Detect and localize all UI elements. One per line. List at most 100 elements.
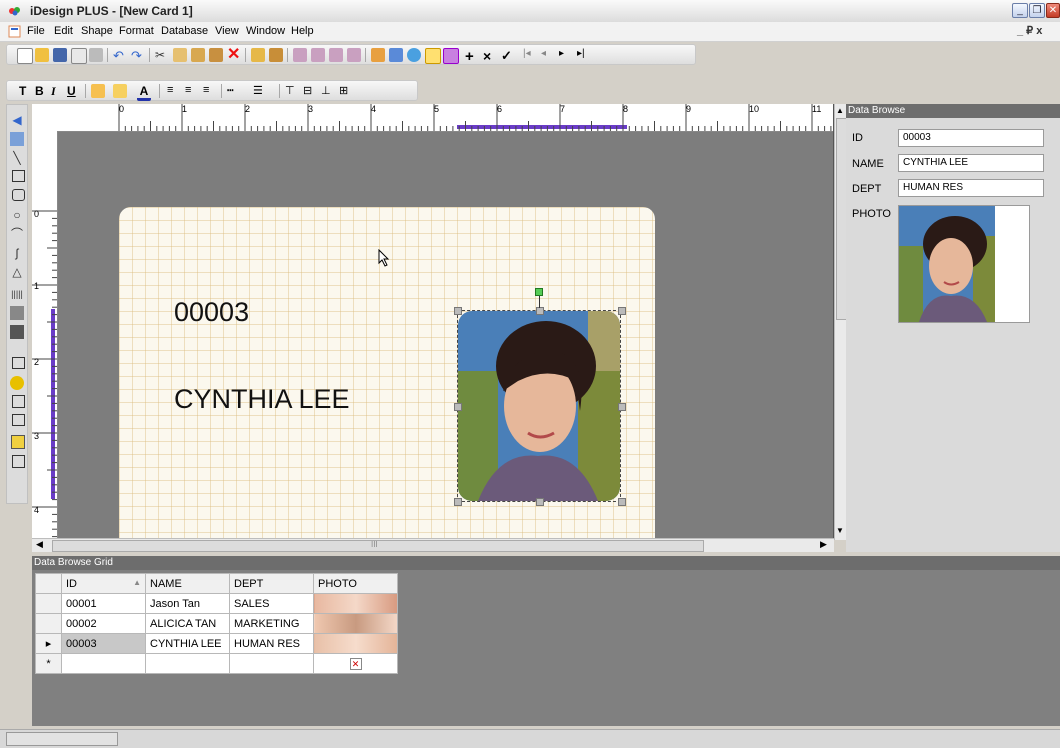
align-center-icon[interactable] bbox=[311, 48, 325, 62]
new-row[interactable]: * ✕ bbox=[35, 653, 398, 674]
smart-chip-tool-icon[interactable] bbox=[10, 376, 24, 390]
undo-icon[interactable]: ↶ bbox=[113, 48, 127, 63]
horizontal-scroll-thumb[interactable]: III bbox=[52, 540, 704, 552]
line-color-icon[interactable] bbox=[113, 84, 127, 98]
column-header-id[interactable]: ID ▲ bbox=[61, 573, 146, 594]
send-backward-icon[interactable] bbox=[269, 48, 283, 62]
resize-handle[interactable] bbox=[454, 498, 462, 506]
mdi-controls[interactable]: _ ₽ x bbox=[1017, 24, 1042, 37]
save-icon[interactable] bbox=[53, 48, 67, 62]
cell-dept[interactable] bbox=[229, 653, 314, 674]
polygon-tool-icon[interactable]: △ bbox=[10, 265, 24, 279]
align-text-left-icon[interactable]: ≡ bbox=[167, 84, 181, 98]
align-text-right-icon[interactable]: ≡ bbox=[203, 84, 217, 98]
prior-record-icon[interactable]: ◂ bbox=[541, 48, 555, 62]
delete-icon[interactable]: ✕ bbox=[227, 47, 241, 63]
scroll-up-icon[interactable]: ▲ bbox=[836, 106, 844, 115]
qr-code-tool-icon[interactable] bbox=[10, 325, 24, 339]
paste-special-icon[interactable] bbox=[209, 48, 223, 62]
next-record-icon[interactable]: ▸ bbox=[559, 48, 573, 62]
scroll-right-icon[interactable]: ▶ bbox=[820, 539, 827, 550]
align-text-center-icon[interactable]: ≡ bbox=[185, 84, 199, 98]
cell-name[interactable]: CYNTHIA LEE bbox=[145, 633, 230, 654]
column-header-name[interactable]: NAME bbox=[145, 573, 230, 594]
print-preview-icon[interactable] bbox=[71, 48, 87, 64]
scroll-left-icon[interactable]: ◀ bbox=[36, 539, 43, 550]
cell-dept[interactable]: SALES bbox=[229, 593, 314, 614]
current-row-indicator[interactable]: ▸ bbox=[35, 633, 62, 654]
text-bottom-icon[interactable]: ⊥ bbox=[321, 84, 335, 98]
last-record-icon[interactable]: ▸| bbox=[577, 48, 591, 62]
resize-handle[interactable] bbox=[454, 403, 462, 411]
grid-browse-icon[interactable] bbox=[443, 48, 459, 64]
post-record-icon[interactable]: ✓ bbox=[501, 48, 515, 63]
id-field[interactable]: 00003 bbox=[898, 129, 1044, 147]
barcode-tool-icon[interactable]: ||||| bbox=[10, 287, 24, 301]
cell-id[interactable]: 00001 bbox=[61, 593, 146, 614]
menu-help[interactable]: Help bbox=[291, 25, 314, 37]
cell-photo-thumbnail[interactable] bbox=[313, 593, 398, 614]
menu-edit[interactable]: Edit bbox=[54, 25, 73, 37]
cell-name[interactable]: Jason Tan bbox=[145, 593, 230, 614]
column-header-dept[interactable]: DEPT bbox=[229, 573, 314, 594]
table-row-selected[interactable]: ▸ 00003 CYNTHIA LEE HUMAN RES bbox=[35, 633, 398, 654]
magstripe-tool-icon[interactable] bbox=[12, 357, 25, 369]
cell-name[interactable] bbox=[145, 653, 230, 674]
rectangle-tool-icon[interactable] bbox=[12, 170, 25, 182]
new-icon[interactable] bbox=[17, 48, 33, 64]
table-row[interactable]: 00001 Jason Tan SALES bbox=[35, 593, 398, 614]
resize-handle[interactable] bbox=[618, 498, 626, 506]
resize-handle[interactable] bbox=[454, 307, 462, 315]
cell-id[interactable] bbox=[61, 653, 146, 674]
first-record-icon[interactable]: |◂ bbox=[523, 48, 537, 62]
menu-file[interactable]: File bbox=[27, 25, 45, 37]
scroll-down-icon[interactable]: ▼ bbox=[836, 526, 844, 535]
align-left-icon[interactable] bbox=[293, 48, 307, 62]
dept-field[interactable]: HUMAN RES bbox=[898, 179, 1044, 197]
db-image-tool-icon[interactable] bbox=[12, 455, 25, 468]
fill-color-icon[interactable] bbox=[91, 84, 105, 98]
line-width-icon[interactable]: ☰ bbox=[253, 84, 267, 98]
cell-dept[interactable]: MARKETING bbox=[229, 613, 314, 634]
2d-barcode-tool-icon[interactable] bbox=[10, 306, 24, 320]
text-middle-icon[interactable]: ⊟ bbox=[303, 84, 317, 98]
font-color-icon[interactable]: A bbox=[137, 84, 151, 101]
menu-shape[interactable]: Shape bbox=[81, 25, 113, 37]
photo-field[interactable] bbox=[898, 205, 1030, 323]
card-id-text[interactable]: 00003 bbox=[174, 297, 249, 328]
redo-icon[interactable]: ↷ bbox=[131, 48, 145, 63]
line-tool-icon[interactable]: ╲ bbox=[10, 151, 24, 165]
rotate-handle[interactable] bbox=[535, 288, 543, 296]
minimize-button[interactable]: _ bbox=[1012, 3, 1028, 18]
ellipse-tool-icon[interactable]: ○ bbox=[10, 208, 24, 222]
maximize-button[interactable]: ❐ bbox=[1029, 3, 1045, 18]
text-style-button[interactable]: T bbox=[19, 84, 26, 98]
image-tool-icon[interactable] bbox=[10, 132, 24, 146]
db-text-tool-icon[interactable] bbox=[11, 435, 25, 449]
cell-photo-thumbnail[interactable] bbox=[313, 633, 398, 654]
text-fit-icon[interactable]: ⊞ bbox=[339, 84, 353, 98]
cut-icon[interactable]: ✂ bbox=[155, 48, 169, 62]
rounded-rect-tool-icon[interactable] bbox=[12, 189, 25, 201]
align-right-icon[interactable] bbox=[329, 48, 343, 62]
database-disconnect-icon[interactable] bbox=[389, 48, 403, 62]
resize-handle[interactable] bbox=[618, 403, 626, 411]
menu-view[interactable]: View bbox=[215, 25, 239, 37]
menu-database[interactable]: Database bbox=[161, 25, 208, 37]
row-indicator[interactable] bbox=[35, 593, 62, 614]
database-connect-icon[interactable] bbox=[371, 48, 385, 62]
cell-id[interactable]: 00002 bbox=[61, 613, 146, 634]
copy-icon[interactable] bbox=[173, 48, 187, 62]
card-name-text[interactable]: CYNTHIA LEE bbox=[174, 384, 350, 415]
align-bottom-icon[interactable] bbox=[347, 48, 361, 62]
paste-icon[interactable] bbox=[191, 48, 205, 62]
pointer-tool-icon[interactable]: ◀ bbox=[10, 113, 24, 127]
data-browse-icon[interactable] bbox=[425, 48, 441, 64]
open-icon[interactable] bbox=[35, 48, 49, 62]
new-row-indicator[interactable]: * bbox=[35, 653, 62, 674]
menu-window[interactable]: Window bbox=[246, 25, 285, 37]
text-field-tool-icon[interactable] bbox=[12, 414, 25, 426]
bold-button[interactable]: B bbox=[35, 84, 44, 98]
card-photo-selection[interactable] bbox=[457, 310, 621, 502]
arc-tool-icon[interactable]: ⌒ bbox=[10, 227, 24, 241]
